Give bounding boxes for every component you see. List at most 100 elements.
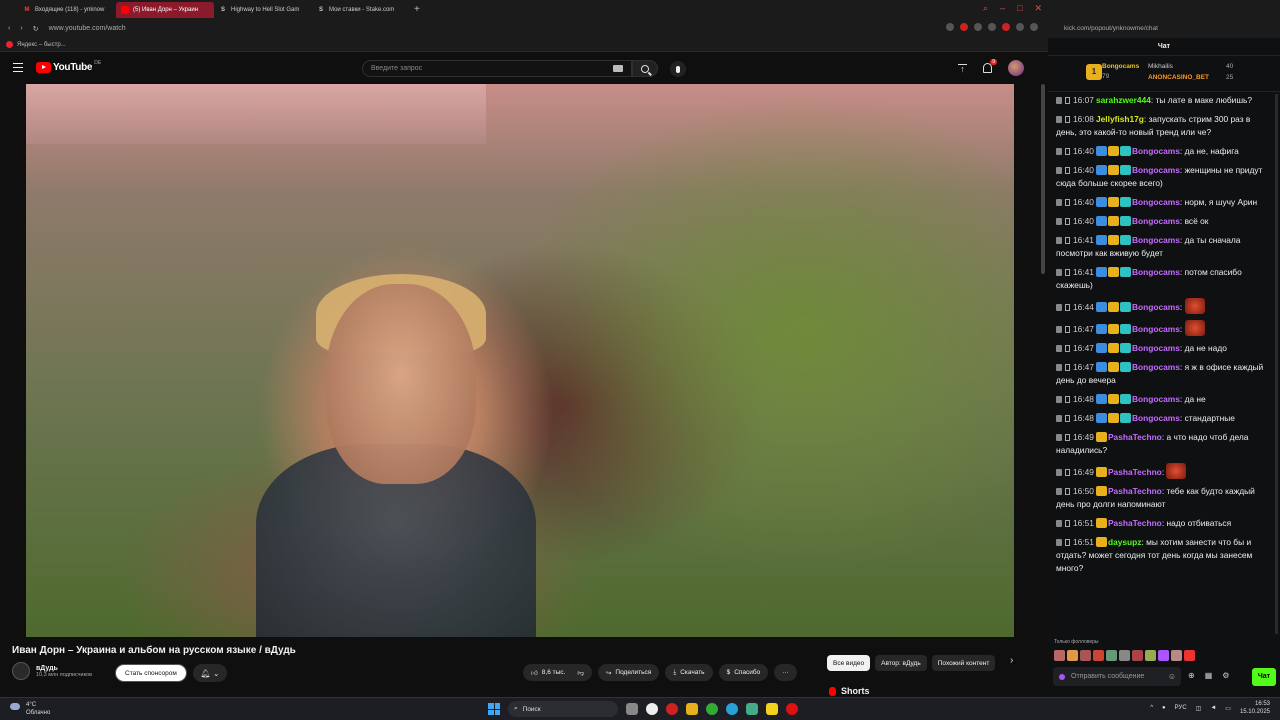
extension-icon[interactable] (1016, 23, 1024, 31)
chat-message-input[interactable]: Отправить сообщение ☺ (1053, 667, 1181, 686)
emote-icon[interactable] (1184, 650, 1195, 661)
tab-stake-slot[interactable]: S Highway to Hell Slot Gam (214, 2, 312, 18)
channel-avatar[interactable] (12, 662, 30, 680)
gift-icon[interactable]: ⊕ (1188, 671, 1195, 680)
message-menu-icon[interactable] (1056, 218, 1062, 225)
chat-username[interactable]: Bongocams (1132, 165, 1180, 175)
message-menu-icon[interactable] (1056, 304, 1062, 311)
extension-icon[interactable] (1002, 23, 1010, 31)
forward-button[interactable]: › (20, 25, 22, 32)
upload-icon[interactable]: ↑ (958, 63, 967, 73)
keyboard-icon[interactable] (613, 65, 623, 72)
battery-icon[interactable]: ▭ (1225, 705, 1231, 712)
channel-name[interactable]: вДудь (36, 665, 92, 672)
message-menu-icon[interactable] (1056, 396, 1062, 403)
message-menu-icon[interactable] (1056, 469, 1062, 476)
message-menu-icon[interactable] (1056, 520, 1062, 527)
minimize-button[interactable]: – (1000, 3, 1005, 14)
close-button[interactable]: ✕ (1034, 3, 1042, 14)
more-actions-button[interactable]: ··· (774, 664, 797, 681)
page-scrollbar[interactable] (1041, 84, 1045, 274)
chat-username[interactable]: Jellyfish17g (1096, 114, 1144, 124)
chip-by-author[interactable]: Автор: вДудь (875, 655, 927, 671)
tab-gmail[interactable]: M Входящие (118) - ynknow (18, 2, 116, 18)
search-input[interactable]: Введите запрос (362, 60, 632, 77)
download-button[interactable]: ⤓ Скачать (665, 664, 713, 681)
chat-username[interactable]: PashaTechno (1108, 432, 1162, 442)
voice-search-button[interactable] (670, 61, 686, 77)
chat-username[interactable]: Bongocams (1132, 362, 1180, 372)
gifter-3-name[interactable]: ANONCASINO_BET (1148, 74, 1209, 81)
menu-icon[interactable] (13, 63, 23, 72)
extension-icon[interactable] (946, 23, 954, 31)
message-menu-icon[interactable] (1056, 116, 1062, 123)
chat-username[interactable]: sarahzwer444 (1096, 95, 1151, 105)
settings-gear-icon[interactable]: ⚙ (1222, 671, 1229, 680)
chat-username[interactable]: PashaTechno (1108, 486, 1162, 496)
maximize-button[interactable]: □ (1017, 3, 1022, 14)
subscription-bell-button[interactable]: 🔔︎ ⌄ (193, 664, 227, 682)
task-view-icon[interactable] (626, 703, 638, 715)
chat-scrollbar[interactable] (1275, 94, 1278, 634)
url-field[interactable]: www.youtube.com/watch (49, 25, 126, 32)
share-button[interactable]: ↪ Поделиться (597, 664, 660, 681)
message-menu-icon[interactable] (1056, 237, 1062, 244)
clock[interactable]: 16:53 15.10.2025 (1240, 700, 1270, 716)
message-menu-icon[interactable] (1056, 269, 1062, 276)
notifications-bell-icon[interactable]: 9 (983, 59, 997, 73)
video-player[interactable] (26, 84, 1014, 637)
message-menu-icon[interactable] (1056, 326, 1062, 333)
telegram-icon[interactable] (726, 703, 738, 715)
sticky-notes-icon[interactable] (766, 703, 778, 715)
microphone-icon[interactable]: ● (1162, 705, 1166, 711)
tab-youtube[interactable]: (5) Иван Дорн – Украин (116, 1, 214, 18)
emote-icon[interactable] (1158, 650, 1169, 661)
emote-icon[interactable] (1067, 650, 1078, 661)
message-menu-icon[interactable] (1056, 434, 1062, 441)
emote-icon[interactable] (1106, 650, 1117, 661)
gifter-2-name[interactable]: Mikhailis (1148, 63, 1173, 70)
sponsor-button[interactable]: Стать спонсором (115, 664, 187, 682)
chat-username[interactable]: Bongocams (1132, 197, 1180, 207)
message-menu-icon[interactable] (1056, 415, 1062, 422)
message-menu-icon[interactable] (1056, 167, 1062, 174)
thumbs-down-icon[interactable]: 👎︎ (577, 669, 584, 677)
avatar[interactable] (1008, 60, 1024, 76)
chevron-up-icon[interactable]: ^ (1150, 705, 1153, 711)
message-menu-icon[interactable] (1056, 345, 1062, 352)
file-explorer-icon[interactable] (686, 703, 698, 715)
extension-icon[interactable] (960, 23, 968, 31)
chat-username[interactable]: Bongocams (1132, 394, 1180, 404)
language-indicator[interactable]: РУС (1175, 705, 1187, 711)
chat-username[interactable]: Bongocams (1132, 216, 1180, 226)
message-menu-icon[interactable] (1056, 199, 1062, 206)
network-icon[interactable]: ◫ (1196, 705, 1202, 712)
youtube-logo[interactable]: YouTube DE (36, 60, 101, 73)
emote-icon[interactable] (1145, 650, 1156, 661)
extension-icon[interactable] (988, 23, 996, 31)
extension-icon[interactable] (974, 23, 982, 31)
message-menu-icon[interactable] (1056, 148, 1062, 155)
message-menu-icon[interactable] (1056, 364, 1062, 371)
app-icon[interactable] (746, 703, 758, 715)
chat-username[interactable]: Bongocams (1132, 267, 1180, 277)
chat-username[interactable]: Bongocams (1132, 413, 1180, 423)
chat-url-field[interactable]: kick.com/popout/ynknowme/chat (1048, 19, 1280, 38)
chat-username[interactable]: Bongocams (1132, 146, 1180, 156)
send-chat-button[interactable]: Чат (1252, 668, 1276, 686)
chat-username[interactable]: PashaTechno (1108, 467, 1162, 477)
emote-icon[interactable] (1080, 650, 1091, 661)
chevron-right-icon[interactable]: › (1010, 655, 1013, 666)
emote-icon[interactable] (1171, 650, 1182, 661)
emote-icon[interactable] (1093, 650, 1104, 661)
chat-username[interactable]: Bongocams (1132, 302, 1180, 312)
like-button[interactable]: 👍︎ 8,6 тыс. 👎︎ (523, 664, 592, 681)
reload-button[interactable]: ↻ (33, 25, 39, 33)
top-gifter-name[interactable]: Bongocams (1102, 63, 1139, 70)
back-button[interactable]: ‹ (8, 25, 10, 32)
opera-icon[interactable] (786, 703, 798, 715)
message-menu-icon[interactable] (1056, 97, 1062, 104)
chat-username[interactable]: Bongocams (1132, 343, 1180, 353)
search-tabs-icon[interactable]: ⌕ (983, 3, 988, 14)
new-tab-button[interactable]: + (414, 4, 420, 15)
